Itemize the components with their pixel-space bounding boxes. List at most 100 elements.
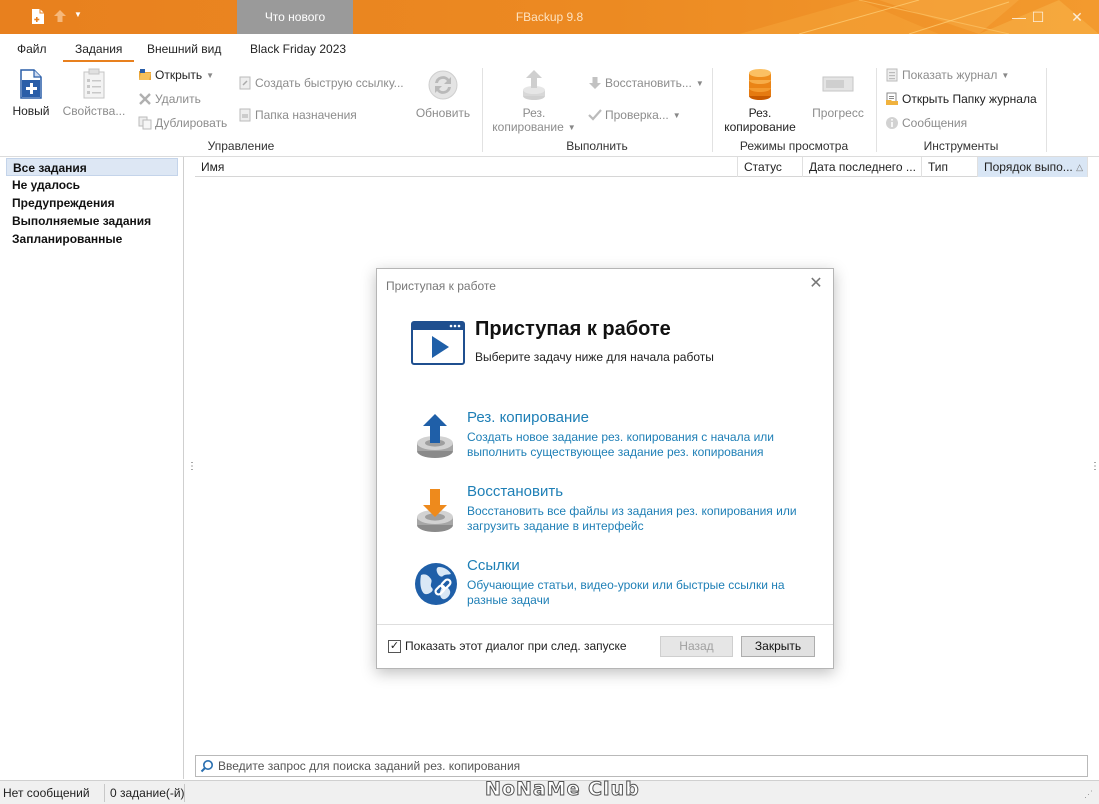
filter-running[interactable]: Выполняемые задания bbox=[6, 212, 178, 230]
properties-button[interactable]: Свойства... bbox=[62, 68, 126, 118]
filter-warnings[interactable]: Предупреждения bbox=[6, 194, 178, 212]
info-icon bbox=[886, 117, 898, 129]
column-last-date[interactable]: Дата последнего ... bbox=[803, 157, 922, 177]
group-label-execute: Выполнить bbox=[566, 139, 628, 153]
dialog-subheading: Выберите задачу ниже для начала работы bbox=[475, 350, 714, 364]
show-on-start-checkbox[interactable]: ✓ bbox=[388, 640, 401, 653]
filter-scheduled[interactable]: Запланированные bbox=[6, 230, 178, 248]
open-log-folder-label: Открыть Папку журнала bbox=[902, 92, 1037, 106]
properties-icon bbox=[83, 68, 105, 99]
open-button[interactable]: Открыть ▼ bbox=[138, 68, 214, 82]
delete-button[interactable]: Удалить bbox=[138, 92, 201, 106]
check-icon bbox=[588, 109, 602, 121]
dialog-title: Приступая к работе bbox=[386, 279, 496, 293]
task-links-desc[interactable]: Обучающие статьи, видео-уроки или быстры… bbox=[467, 578, 807, 608]
left-splitter-handle[interactable]: ⋮ bbox=[187, 461, 197, 472]
backup-label-2: копирование bbox=[492, 120, 564, 134]
view-backup-button[interactable]: Рез. копирование bbox=[718, 68, 802, 134]
backup-dropdown-icon[interactable]: ▼ bbox=[568, 121, 576, 135]
title-bar: ▼ Что нового FBackup 9.8 — ☐ ✕ bbox=[0, 0, 1099, 34]
search-icon bbox=[200, 760, 213, 773]
show-log-label: Показать журнал bbox=[902, 68, 998, 82]
resize-grip-icon[interactable]: ⋰ bbox=[1084, 789, 1093, 800]
new-button[interactable]: Новый bbox=[8, 68, 54, 118]
column-status[interactable]: Статус bbox=[738, 157, 803, 177]
getting-started-dialog: Приступая к работе ✕ Приступая к работе … bbox=[376, 268, 834, 669]
refresh-button[interactable]: Обновить bbox=[412, 68, 474, 120]
close-window-icon[interactable]: ✕ bbox=[1059, 0, 1095, 34]
back-button[interactable]: Назад bbox=[660, 636, 733, 657]
tab-jobs[interactable]: Задания bbox=[62, 42, 135, 63]
task-backup-desc[interactable]: Создать новое задание рез. копирования с… bbox=[467, 430, 807, 460]
restore-dropdown-icon[interactable]: ▼ bbox=[696, 79, 704, 88]
refresh-label: Обновить bbox=[415, 106, 471, 120]
task-backup-title[interactable]: Рез. копирование bbox=[467, 409, 589, 426]
globe-link-icon bbox=[415, 563, 457, 605]
open-log-folder-button[interactable]: Открыть Папку журнала bbox=[885, 92, 1037, 106]
column-header-row: Имя Статус Дата последнего ... Тип Поряд… bbox=[195, 157, 1088, 177]
new-label: Новый bbox=[12, 104, 50, 118]
restore-download-icon bbox=[417, 489, 453, 532]
group-label-manage: Управление bbox=[207, 139, 275, 153]
ribbon: Новый Свойства... Открыть ▼ Удалить Дубли… bbox=[0, 62, 1099, 157]
backup-button[interactable]: Рез. копирование ▼ bbox=[490, 68, 578, 135]
right-splitter-handle[interactable]: ⋮ bbox=[1090, 461, 1099, 472]
menu-bar: Файл Задания Внешний вид Black Friday 20… bbox=[0, 34, 1099, 63]
backup-upload-icon bbox=[417, 414, 453, 458]
duplicate-icon bbox=[138, 116, 152, 130]
status-job-count: 0 задание(-й) bbox=[110, 786, 185, 800]
open-dropdown-icon[interactable]: ▼ bbox=[206, 71, 214, 80]
filter-all-jobs[interactable]: Все задания bbox=[6, 158, 178, 176]
quick-link-button[interactable]: Создать быструю ссылку... bbox=[238, 76, 404, 90]
log-icon bbox=[886, 68, 898, 82]
task-restore-desc[interactable]: Восстановить все файлы из задания рез. к… bbox=[467, 504, 807, 534]
quick-link-label: Создать быструю ссылку... bbox=[255, 76, 404, 90]
dest-folder-label: Папка назначения bbox=[255, 108, 357, 122]
app-title: FBackup 9.8 bbox=[515, 10, 584, 24]
getting-started-icon bbox=[411, 321, 465, 365]
show-log-dropdown-icon[interactable]: ▼ bbox=[1001, 71, 1009, 80]
column-run-order[interactable]: Порядок выпо... △ bbox=[978, 157, 1088, 177]
column-type[interactable]: Тип bbox=[922, 157, 978, 177]
tab-appearance[interactable]: Внешний вид bbox=[147, 42, 221, 56]
search-input[interactable] bbox=[216, 756, 1076, 776]
close-button[interactable]: Закрыть bbox=[741, 636, 815, 657]
maximize-icon[interactable]: ☐ bbox=[1021, 0, 1055, 34]
task-links-title[interactable]: Ссылки bbox=[467, 557, 520, 574]
job-filter-panel: Все задания Не удалось Предупреждения Вы… bbox=[0, 157, 184, 779]
tab-black-friday[interactable]: Black Friday 2023 bbox=[250, 42, 346, 56]
show-on-start-label[interactable]: Показать этот диалог при след. запуске bbox=[405, 639, 627, 653]
check-button[interactable]: Проверка... ▼ bbox=[588, 108, 681, 122]
dialog-close-icon[interactable]: ✕ bbox=[807, 275, 825, 293]
filter-failed[interactable]: Не удалось bbox=[6, 176, 178, 194]
ribbon-separator bbox=[1046, 68, 1047, 152]
check-label: Проверка... bbox=[605, 108, 669, 122]
progress-label: Прогресс bbox=[812, 106, 864, 120]
restore-icon bbox=[589, 77, 601, 89]
delete-label: Удалить bbox=[155, 92, 201, 106]
column-name[interactable]: Имя bbox=[195, 157, 738, 177]
task-restore[interactable]: Восстановить Восстановить все файлы из з… bbox=[413, 483, 813, 543]
backup-coins-icon bbox=[749, 69, 771, 100]
messages-button[interactable]: Сообщения bbox=[885, 116, 967, 130]
search-box bbox=[195, 755, 1088, 777]
task-restore-title[interactable]: Восстановить bbox=[467, 483, 563, 500]
backup-label-1: Рез. bbox=[522, 106, 546, 120]
view-backup-label-1: Рез. bbox=[748, 106, 772, 120]
group-label-tools: Инструменты bbox=[923, 139, 999, 153]
sort-ascending-icon: △ bbox=[1076, 162, 1083, 172]
restore-button[interactable]: Восстановить... ▼ bbox=[588, 76, 704, 90]
duplicate-button[interactable]: Дублировать bbox=[138, 116, 227, 130]
task-backup[interactable]: Рез. копирование Создать новое задание р… bbox=[413, 409, 813, 469]
dest-folder-button[interactable]: Папка назначения bbox=[238, 108, 357, 122]
dest-folder-icon bbox=[239, 108, 251, 122]
dialog-footer: ✓ Показать этот диалог при след. запуске… bbox=[377, 624, 833, 668]
check-dropdown-icon[interactable]: ▼ bbox=[673, 111, 681, 120]
progress-button[interactable]: Прогресс bbox=[806, 68, 870, 120]
tab-file[interactable]: Файл bbox=[17, 42, 47, 56]
group-label-view-modes: Режимы просмотра bbox=[739, 139, 849, 153]
view-backup-label-2: копирование bbox=[724, 120, 796, 134]
show-log-button[interactable]: Показать журнал ▼ bbox=[885, 68, 1009, 82]
properties-label: Свойства... bbox=[62, 104, 126, 118]
task-links[interactable]: Ссылки Обучающие статьи, видео-уроки или… bbox=[413, 557, 813, 617]
